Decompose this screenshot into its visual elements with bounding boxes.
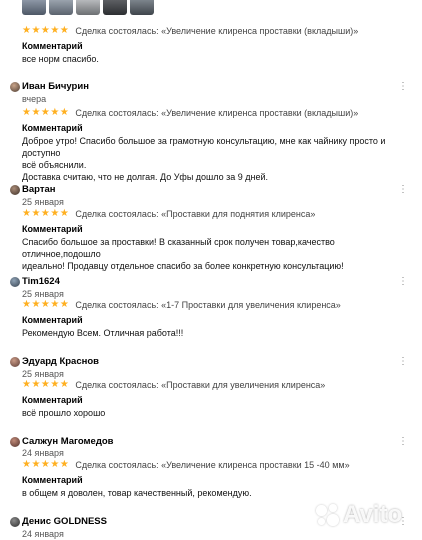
avatar[interactable]	[10, 437, 20, 447]
comment-heading: Комментарий	[22, 475, 83, 485]
review-date: 24 января	[22, 529, 64, 539]
more-options-icon[interactable]: ⋮	[398, 81, 408, 93]
avatar[interactable]	[10, 357, 20, 367]
avatar[interactable]	[10, 277, 20, 287]
deal-info: Сделка состоялась: «Проставки для поднят…	[75, 209, 316, 219]
rating-row: ★★★★★ Сделка состоялась: «1-7 Проставки …	[22, 299, 341, 311]
more-options-icon[interactable]: ⋮	[398, 276, 408, 288]
comment-line: Доставка считаю, что не долгая. До Уфы д…	[22, 172, 269, 182]
comment-text: Доброе утро! Спасибо большое за грамотну…	[22, 135, 412, 183]
more-options-icon[interactable]: ⋮	[398, 436, 408, 448]
review-photo-thumbnail[interactable]	[130, 0, 154, 15]
star-rating: ★★★★★	[22, 25, 70, 36]
comment-line: Доброе утро! Спасибо большое за грамотну…	[22, 136, 386, 158]
comment-text: всё прошло хорошо	[22, 407, 412, 419]
comment-line: всё прошло хорошо	[22, 408, 106, 418]
review-author[interactable]: Tim1624	[22, 276, 60, 288]
deal-info: Сделка состоялась: «Увеличение клиренса …	[75, 108, 359, 118]
avito-watermark-text: Avito	[343, 501, 403, 528]
avatar[interactable]	[10, 82, 20, 92]
review-photo-thumbnail[interactable]	[103, 0, 127, 15]
comment-text: в общем я доволен, товар качественный, р…	[22, 487, 412, 499]
rating-row: ★★★★★ Сделка состоялась: «Увеличение кли…	[22, 107, 358, 119]
comment-line: Рекомендую Всем. Отличная работа!!!	[22, 328, 184, 338]
comment-heading: Комментарий	[22, 41, 83, 51]
review-photo-thumbnail[interactable]	[49, 0, 73, 15]
comment-text: все норм спасибо.	[22, 53, 412, 65]
comment-line: идеально! Продавцу отдельное спасибо за …	[22, 261, 344, 271]
star-rating: ★★★★★	[22, 379, 70, 390]
star-rating: ★★★★★	[22, 107, 70, 118]
deal-info: Сделка состоялась: «Проставки для увелич…	[75, 380, 326, 390]
review-photo-thumbnail[interactable]	[76, 0, 100, 15]
review-date: 24 января	[22, 448, 64, 458]
rating-row: ★★★★★ Сделка состоялась: «Увеличение кли…	[22, 25, 358, 37]
comment-heading: Комментарий	[22, 224, 83, 234]
comment-heading: Комментарий	[22, 123, 83, 133]
review-photo-thumbnail[interactable]	[22, 0, 46, 15]
review-date: 25 января	[22, 197, 64, 207]
star-rating: ★★★★★	[22, 459, 70, 470]
review-author[interactable]: Вартан	[22, 184, 56, 196]
avatar[interactable]	[10, 517, 20, 527]
more-options-icon[interactable]: ⋮	[398, 356, 408, 368]
review-date: вчера	[22, 94, 47, 104]
comment-line: всё объяснили.	[22, 160, 87, 170]
rating-row: ★★★★★ Сделка состоялась: «Увеличение кли…	[22, 459, 350, 471]
comment-line: все норм спасибо.	[22, 54, 99, 64]
avatar[interactable]	[10, 185, 20, 195]
comment-line: Спасибо большое за проставки! В сказанны…	[22, 237, 335, 259]
comment-heading: Комментарий	[22, 395, 83, 405]
more-options-icon[interactable]: ⋮	[398, 184, 408, 196]
deal-info: Сделка состоялась: «Увеличение клиренса …	[75, 460, 350, 470]
comment-heading: Комментарий	[22, 315, 83, 325]
rating-row: ★★★★★ Сделка состоялась: «Проставки для …	[22, 379, 325, 391]
rating-row: ★★★★★ Сделка состоялась: «Проставки для …	[22, 208, 315, 220]
deal-info: Сделка состоялась: «Увеличение клиренса …	[75, 26, 359, 36]
review-photo-strip	[22, 0, 154, 15]
star-rating: ★★★★★	[22, 208, 70, 219]
review-author[interactable]: Эдуард Краснов	[22, 356, 99, 368]
star-rating: ★★★★★	[22, 299, 70, 310]
avito-logo-icon	[314, 502, 340, 528]
avito-watermark: Avito	[314, 500, 402, 530]
comment-line: в общем я доволен, товар качественный, р…	[22, 488, 252, 498]
comment-text: Рекомендую Всем. Отличная работа!!!	[22, 327, 412, 339]
comment-text: Спасибо большое за проставки! В сказанны…	[22, 236, 412, 272]
review-author[interactable]: Денис GOLDNESS	[22, 516, 107, 528]
deal-info: Сделка состоялась: «1-7 Проставки для ув…	[75, 300, 341, 310]
review-author[interactable]: Иван Бичурин	[22, 81, 89, 93]
